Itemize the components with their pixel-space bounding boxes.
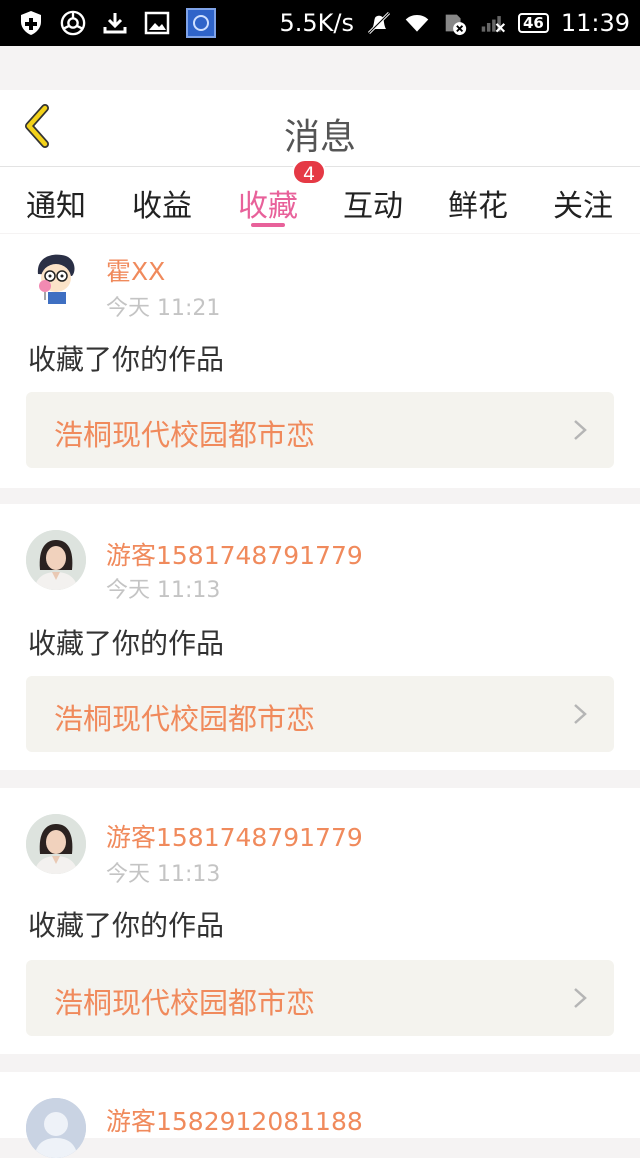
sim-icon	[442, 10, 468, 36]
user-name[interactable]: 游客1581748791779	[106, 536, 363, 572]
message-card: 霍XX 今天 11:21 收藏了你的作品 浩桐现代校园都市恋	[0, 234, 640, 488]
tab-favorites[interactable]: 收藏	[238, 181, 298, 225]
work-link[interactable]: 浩桐现代校园都市恋	[26, 392, 614, 468]
tab-flowers[interactable]: 鲜花	[448, 181, 508, 225]
action-text: 收藏了你的作品	[28, 627, 225, 660]
wifi-icon	[404, 10, 430, 36]
timestamp: 今天 11:13	[106, 578, 221, 603]
tab-interactions[interactable]: 互动	[343, 181, 403, 225]
cartoon-avatar-icon	[26, 246, 86, 306]
app-header: 消息	[0, 90, 640, 167]
message-card: 游客1581748791779 今天 11:13 收藏了你的作品 浩桐现代校园都…	[0, 504, 640, 770]
work-link[interactable]: 浩桐现代校园都市恋	[26, 676, 614, 752]
tab-following[interactable]: 关注	[553, 181, 613, 225]
user-name[interactable]: 游客1582912081188	[106, 1102, 363, 1138]
avatar[interactable]	[26, 530, 86, 590]
clock: 11:39	[560, 9, 630, 37]
default-avatar-icon	[26, 1098, 86, 1158]
top-spacer	[0, 46, 640, 90]
action-text: 收藏了你的作品	[28, 343, 225, 376]
work-title: 浩桐现代校园都市恋	[54, 418, 316, 452]
signal-icon	[480, 10, 506, 36]
net-speed: 5.5K/s	[279, 9, 354, 37]
image-icon	[144, 10, 170, 36]
unread-badge: 4	[292, 159, 326, 185]
user-name[interactable]: 游客1581748791779	[106, 818, 363, 854]
avatar[interactable]	[26, 1098, 86, 1158]
download-icon	[102, 10, 128, 36]
work-title: 浩桐现代校园都市恋	[54, 702, 316, 736]
mute-icon	[366, 10, 392, 36]
shield-plus-icon	[18, 10, 44, 36]
battery-indicator: 46	[517, 13, 549, 33]
chevron-right-icon	[574, 420, 587, 440]
avatar[interactable]	[26, 246, 86, 306]
tab-earnings[interactable]: 收益	[132, 181, 192, 225]
browser-icon	[60, 10, 86, 36]
timestamp: 今天 11:13	[106, 862, 221, 887]
status-bar: 5.5K/s 46 11:39	[0, 0, 640, 46]
app-icon	[186, 8, 216, 38]
page-title: 消息	[283, 117, 356, 158]
action-text: 收藏了你的作品	[28, 909, 225, 942]
user-name[interactable]: 霍XX	[106, 252, 165, 288]
message-card: 游客1581748791779 今天 11:13 收藏了你的作品 浩桐现代校园都…	[0, 788, 640, 1054]
timestamp: 今天 11:21	[106, 296, 221, 321]
photo-avatar-icon	[26, 814, 86, 874]
chevron-right-icon	[574, 704, 587, 724]
chevron-right-icon	[574, 988, 587, 1008]
message-card: 游客1582912081188	[0, 1072, 640, 1158]
work-title: 浩桐现代校园都市恋	[54, 986, 316, 1020]
avatar[interactable]	[26, 814, 86, 874]
tab-notifications[interactable]: 通知	[26, 181, 86, 225]
photo-avatar-icon	[26, 530, 86, 590]
work-link[interactable]: 浩桐现代校园都市恋	[26, 960, 614, 1036]
active-tab-indicator	[251, 223, 285, 227]
